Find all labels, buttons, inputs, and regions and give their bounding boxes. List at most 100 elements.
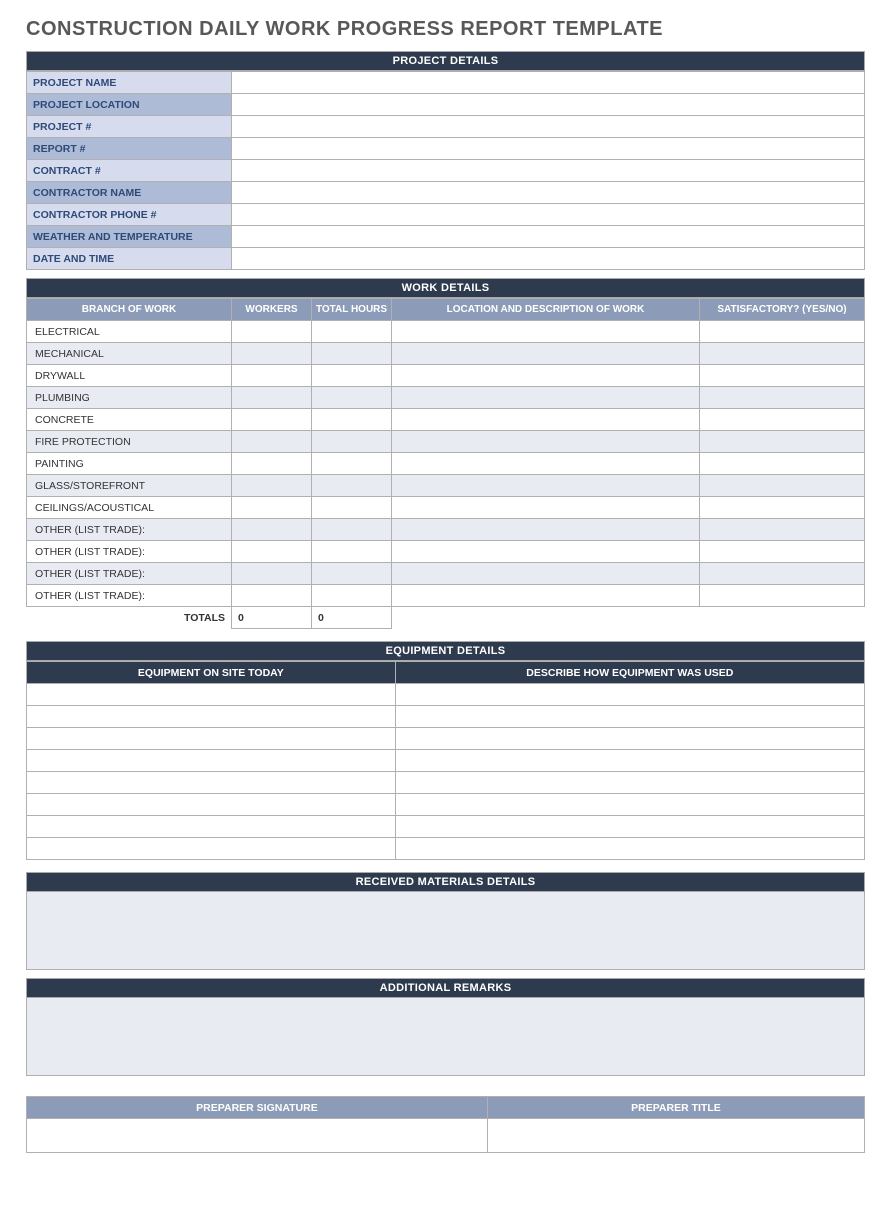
work-hours[interactable] [312, 453, 392, 475]
work-satisfactory[interactable] [700, 519, 865, 541]
equipment-usage[interactable] [395, 728, 864, 750]
work-hours[interactable] [312, 541, 392, 563]
equipment-usage[interactable] [395, 816, 864, 838]
work-workers[interactable] [232, 343, 312, 365]
work-satisfactory[interactable] [700, 475, 865, 497]
equipment-usage[interactable] [395, 794, 864, 816]
project-field-value[interactable] [232, 182, 865, 204]
project-field-label: CONTRACTOR NAME [27, 182, 232, 204]
work-workers[interactable] [232, 409, 312, 431]
project-field-value[interactable] [232, 94, 865, 116]
work-location[interactable] [392, 541, 700, 563]
work-hours[interactable] [312, 475, 392, 497]
equipment-onsite[interactable] [27, 794, 396, 816]
signature-table: PREPARER SIGNATURE PREPARER TITLE [26, 1096, 865, 1153]
preparer-title-field[interactable] [487, 1119, 864, 1153]
work-satisfactory[interactable] [700, 585, 865, 607]
remarks-textarea[interactable] [26, 998, 865, 1076]
work-workers[interactable] [232, 453, 312, 475]
work-workers[interactable] [232, 431, 312, 453]
equipment-usage[interactable] [395, 684, 864, 706]
equipment-onsite[interactable] [27, 684, 396, 706]
equipment-usage[interactable] [395, 750, 864, 772]
work-satisfactory[interactable] [700, 431, 865, 453]
work-workers[interactable] [232, 387, 312, 409]
work-hours[interactable] [312, 431, 392, 453]
project-field-value[interactable] [232, 72, 865, 94]
totals-hours[interactable]: 0 [312, 607, 392, 629]
work-branch: DRYWALL [27, 365, 232, 387]
equipment-usage[interactable] [395, 706, 864, 728]
work-satisfactory[interactable] [700, 387, 865, 409]
equipment-onsite[interactable] [27, 706, 396, 728]
project-field-label: PROJECT # [27, 116, 232, 138]
work-hours[interactable] [312, 585, 392, 607]
work-workers[interactable] [232, 541, 312, 563]
work-satisfactory[interactable] [700, 343, 865, 365]
project-field-value[interactable] [232, 204, 865, 226]
work-satisfactory[interactable] [700, 563, 865, 585]
work-hours[interactable] [312, 387, 392, 409]
work-hours[interactable] [312, 343, 392, 365]
equipment-onsite[interactable] [27, 838, 396, 860]
work-hours[interactable] [312, 321, 392, 343]
project-field-value[interactable] [232, 138, 865, 160]
work-hours[interactable] [312, 519, 392, 541]
work-location[interactable] [392, 453, 700, 475]
work-satisfactory[interactable] [700, 497, 865, 519]
work-location[interactable] [392, 497, 700, 519]
work-workers[interactable] [232, 519, 312, 541]
work-location[interactable] [392, 519, 700, 541]
equipment-onsite[interactable] [27, 772, 396, 794]
page-title: CONSTRUCTION DAILY WORK PROGRESS REPORT … [26, 18, 865, 41]
work-location[interactable] [392, 387, 700, 409]
work-branch: MECHANICAL [27, 343, 232, 365]
project-field-label: PROJECT LOCATION [27, 94, 232, 116]
work-hours[interactable] [312, 563, 392, 585]
project-field-value[interactable] [232, 248, 865, 270]
col-branch: BRANCH OF WORK [27, 299, 232, 321]
work-branch: ELECTRICAL [27, 321, 232, 343]
work-workers[interactable] [232, 585, 312, 607]
section-header-work: WORK DETAILS [26, 278, 865, 298]
work-satisfactory[interactable] [700, 541, 865, 563]
project-field-label: REPORT # [27, 138, 232, 160]
equipment-usage[interactable] [395, 772, 864, 794]
work-satisfactory[interactable] [700, 409, 865, 431]
work-workers[interactable] [232, 497, 312, 519]
equipment-onsite[interactable] [27, 816, 396, 838]
project-field-value[interactable] [232, 160, 865, 182]
preparer-signature-field[interactable] [27, 1119, 488, 1153]
work-branch: CEILINGS/ACOUSTICAL [27, 497, 232, 519]
col-location: LOCATION AND DESCRIPTION OF WORK [392, 299, 700, 321]
work-workers[interactable] [232, 365, 312, 387]
work-location[interactable] [392, 343, 700, 365]
equipment-onsite[interactable] [27, 728, 396, 750]
work-location[interactable] [392, 475, 700, 497]
work-branch: OTHER (LIST TRADE): [27, 585, 232, 607]
work-location[interactable] [392, 563, 700, 585]
work-workers[interactable] [232, 475, 312, 497]
work-hours[interactable] [312, 409, 392, 431]
project-field-value[interactable] [232, 116, 865, 138]
work-satisfactory[interactable] [700, 321, 865, 343]
work-location[interactable] [392, 585, 700, 607]
work-branch: OTHER (LIST TRADE): [27, 541, 232, 563]
work-hours[interactable] [312, 365, 392, 387]
work-workers[interactable] [232, 321, 312, 343]
work-satisfactory[interactable] [700, 453, 865, 475]
work-satisfactory[interactable] [700, 365, 865, 387]
work-location[interactable] [392, 321, 700, 343]
col-preparer-title: PREPARER TITLE [487, 1097, 864, 1119]
work-location[interactable] [392, 365, 700, 387]
work-workers[interactable] [232, 563, 312, 585]
materials-textarea[interactable] [26, 892, 865, 970]
totals-workers[interactable]: 0 [232, 607, 312, 629]
work-location[interactable] [392, 431, 700, 453]
equipment-usage[interactable] [395, 838, 864, 860]
work-hours[interactable] [312, 497, 392, 519]
work-location[interactable] [392, 409, 700, 431]
col-satisfactory: SATISFACTORY? (YES/NO) [700, 299, 865, 321]
equipment-onsite[interactable] [27, 750, 396, 772]
project-field-value[interactable] [232, 226, 865, 248]
